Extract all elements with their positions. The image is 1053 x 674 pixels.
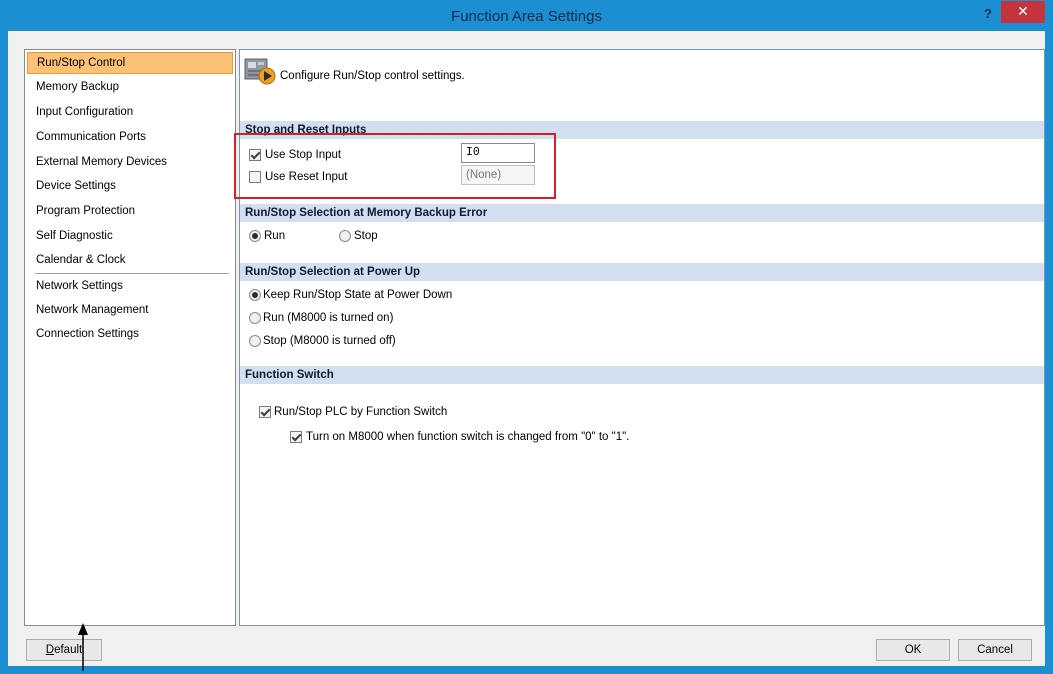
power-up-stop-label: Stop (M8000 is turned off) (263, 335, 396, 347)
section-backup-error: Run/Stop Selection at Memory Backup Erro… (240, 204, 1044, 222)
nav-item-network-management[interactable]: Network Management (27, 299, 233, 321)
power-up-run-label: Run (M8000 is turned on) (263, 312, 394, 324)
nav-item-input-configuration[interactable]: Input Configuration (27, 101, 233, 123)
nav-item-external-memory-devices[interactable]: External Memory Devices (27, 151, 233, 173)
backup-error-run-radio[interactable] (249, 230, 261, 242)
nav-item-network-settings[interactable]: Network Settings (27, 275, 233, 297)
title-bar: Function Area Settings ? ✕ (0, 0, 1053, 31)
window-title: Function Area Settings (451, 8, 602, 25)
backup-error-stop-label: Stop (354, 230, 378, 242)
default-button-mnemonic: D (45, 644, 55, 656)
close-button[interactable]: ✕ (1001, 1, 1045, 23)
function-switch-label: Run/Stop PLC by Function Switch (274, 406, 448, 418)
power-up-run-radio[interactable] (249, 312, 261, 324)
nav-item-connection-settings[interactable]: Connection Settings (27, 323, 233, 345)
nav-item-self-diagnostic[interactable]: Self Diagnostic (27, 225, 233, 247)
turn-on-m8000-label: Turn on M8000 when function switch is ch… (306, 431, 630, 443)
nav-item-calendar-clock[interactable]: Calendar & Clock (27, 249, 233, 271)
nav-divider (35, 273, 229, 274)
stop-input-field[interactable]: I0 (461, 143, 535, 163)
cancel-button[interactable]: Cancel (958, 639, 1032, 661)
section-function-switch: Function Switch (240, 366, 1044, 384)
nav-item-run-stop-control[interactable]: Run/Stop Control (27, 52, 233, 74)
panel-description: Configure Run/Stop control settings. (280, 70, 465, 82)
close-icon: ✕ (1017, 3, 1029, 19)
power-up-keep-radio[interactable] (249, 289, 261, 301)
power-up-keep-label: Keep Run/Stop State at Power Down (263, 289, 453, 301)
backup-error-run-label: Run (264, 230, 286, 242)
power-up-stop-radio[interactable] (249, 335, 261, 347)
nav-item-device-settings[interactable]: Device Settings (27, 175, 233, 197)
callout-arrow-icon (75, 623, 91, 674)
settings-nav: Run/Stop Control Memory Backup Input Con… (24, 49, 236, 626)
backup-error-stop-radio[interactable] (339, 230, 351, 242)
nav-item-memory-backup[interactable]: Memory Backup (27, 76, 233, 98)
use-reset-input-checkbox[interactable] (249, 171, 261, 183)
turn-on-m8000-checkbox[interactable] (290, 431, 302, 443)
section-power-up: Run/Stop Selection at Power Up (240, 263, 1044, 281)
use-stop-input-checkbox[interactable] (249, 149, 261, 161)
use-reset-input-label: Use Reset Input (265, 171, 348, 183)
reset-input-field[interactable]: (None) (461, 165, 535, 185)
use-stop-input-label: Use Stop Input (265, 149, 342, 161)
settings-panel: Configure Run/Stop control settings. Sto… (234, 49, 1045, 626)
ok-button[interactable]: OK (876, 639, 950, 661)
nav-item-program-protection[interactable]: Program Protection (27, 200, 233, 222)
dialog-client-area: Run/Stop Control Memory Backup Input Con… (8, 31, 1045, 666)
nav-item-communication-ports[interactable]: Communication Ports (27, 126, 233, 148)
help-button[interactable]: ? (978, 3, 998, 25)
plc-run-stop-icon (243, 56, 279, 89)
function-switch-checkbox[interactable] (259, 406, 271, 418)
